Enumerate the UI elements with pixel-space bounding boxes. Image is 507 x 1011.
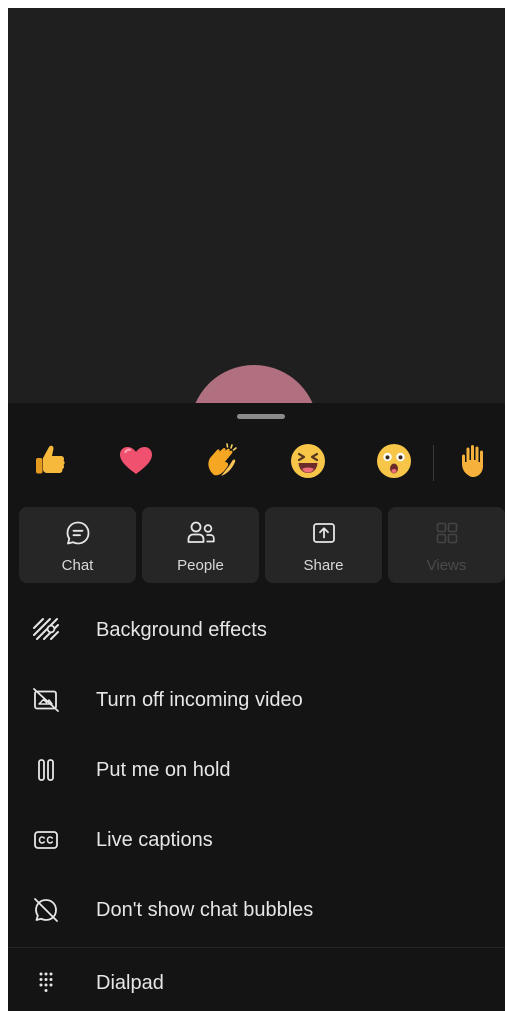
raised-hand-icon bbox=[454, 441, 494, 486]
surprised-face-icon bbox=[374, 441, 414, 486]
dialpad-label: Dialpad bbox=[96, 972, 164, 994]
more-actions-sheet: Chat People Share Views Background effec… bbox=[8, 403, 505, 1011]
people-icon bbox=[186, 519, 216, 547]
background-effects-menu-item[interactable]: Background effects bbox=[8, 595, 505, 665]
views-tile-label: Views bbox=[426, 557, 467, 574]
raise-hand-button[interactable] bbox=[452, 441, 496, 485]
reactions-divider bbox=[433, 445, 434, 481]
put-me-on-hold-menu-item[interactable]: Put me on hold bbox=[8, 735, 505, 805]
live-captions-menu-item[interactable]: Live captions bbox=[8, 805, 505, 875]
thumbs-up-icon bbox=[30, 441, 70, 486]
share-icon bbox=[310, 519, 338, 547]
live-captions-label: Live captions bbox=[96, 829, 213, 851]
reaction-like-button[interactable] bbox=[28, 441, 72, 485]
dialpad-icon bbox=[32, 970, 60, 996]
participant-avatar bbox=[190, 365, 318, 403]
reactions-bar bbox=[8, 441, 505, 485]
dont-show-chat-bubbles-label: Don't show chat bubbles bbox=[96, 899, 314, 921]
call-screen: Chat People Share Views Background effec… bbox=[8, 8, 505, 1011]
share-tile-button[interactable]: Share bbox=[265, 507, 382, 583]
views-grid-icon bbox=[433, 519, 461, 547]
background-effects-icon bbox=[32, 617, 60, 643]
quick-actions: Chat People Share Views bbox=[19, 507, 505, 583]
chat-tile-label: Chat bbox=[61, 557, 94, 574]
dont-show-chat-bubbles-menu-item[interactable]: Don't show chat bubbles bbox=[8, 875, 505, 945]
reaction-applause-button[interactable] bbox=[200, 441, 244, 485]
people-tile-label: People bbox=[177, 557, 224, 574]
people-tile-button[interactable]: People bbox=[142, 507, 259, 583]
chat-icon bbox=[64, 519, 92, 547]
pause-icon bbox=[32, 757, 60, 783]
put-me-on-hold-label: Put me on hold bbox=[96, 759, 231, 781]
reaction-surprised-button[interactable] bbox=[372, 441, 416, 485]
turn-off-incoming-video-menu-item[interactable]: Turn off incoming video bbox=[8, 665, 505, 735]
share-tile-label: Share bbox=[303, 557, 344, 574]
captions-icon bbox=[32, 827, 60, 853]
chat-tile-button[interactable]: Chat bbox=[19, 507, 136, 583]
video-stage bbox=[8, 8, 505, 403]
views-tile-button: Views bbox=[388, 507, 505, 583]
chat-bubbles-off-icon bbox=[32, 897, 60, 923]
background-effects-label: Background effects bbox=[96, 619, 267, 641]
laughing-face-icon bbox=[288, 441, 328, 486]
reaction-laugh-button[interactable] bbox=[286, 441, 330, 485]
reaction-heart-button[interactable] bbox=[114, 441, 158, 485]
video-off-icon bbox=[32, 687, 60, 713]
dialpad-menu-item[interactable]: Dialpad bbox=[8, 948, 505, 1011]
clapping-hands-icon bbox=[202, 441, 242, 486]
turn-off-incoming-video-label: Turn off incoming video bbox=[96, 689, 303, 711]
heart-icon bbox=[116, 441, 156, 486]
sheet-drag-handle[interactable] bbox=[237, 414, 285, 419]
